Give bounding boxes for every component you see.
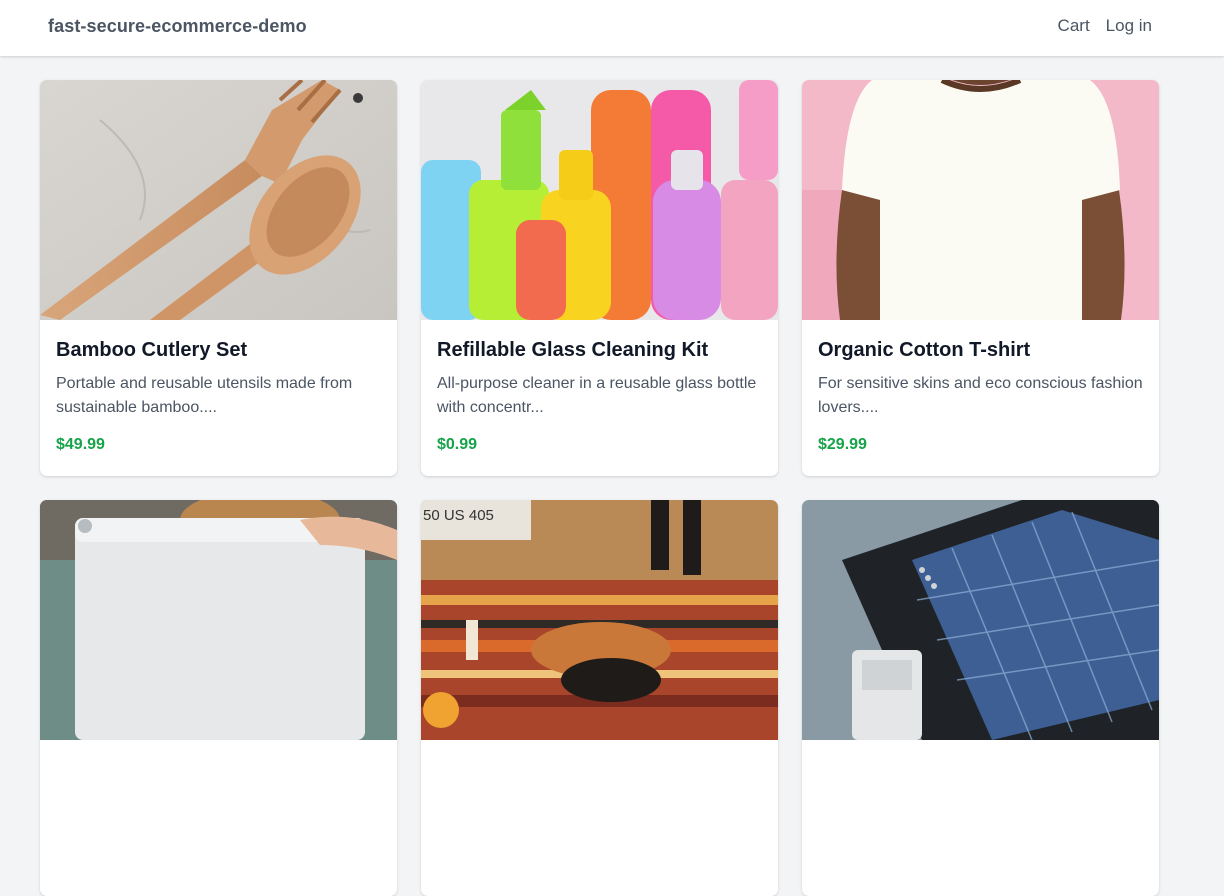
white-tshirt-photo bbox=[802, 80, 1159, 320]
product-image[interactable] bbox=[802, 80, 1159, 320]
silicone-food-bag-photo bbox=[40, 500, 397, 740]
top-navbar: fast-secure-ecommerce-demo Cart Log in bbox=[0, 0, 1224, 56]
product-card[interactable] bbox=[40, 500, 397, 896]
product-image[interactable] bbox=[421, 80, 778, 320]
bamboo-cutlery-photo bbox=[40, 80, 397, 320]
product-card[interactable]: Refillable Glass Cleaning Kit All-purpos… bbox=[421, 80, 778, 476]
product-description bbox=[818, 768, 1143, 816]
product-card[interactable]: 50 US 405 bbox=[421, 500, 778, 896]
login-link[interactable]: Log in bbox=[1106, 16, 1152, 36]
product-description bbox=[56, 768, 381, 816]
nav-links: Cart Log in bbox=[1058, 16, 1152, 36]
product-title[interactable]: Bamboo Cutlery Set bbox=[56, 338, 381, 362]
product-grid: Bamboo Cutlery Set Portable and reusable… bbox=[40, 80, 1159, 896]
cleaning-bottles-photo bbox=[421, 80, 778, 320]
product-card[interactable]: Bamboo Cutlery Set Portable and reusable… bbox=[40, 80, 397, 476]
license-plate-text: 50 US 405 bbox=[423, 507, 494, 524]
product-image[interactable] bbox=[40, 80, 397, 320]
product-card[interactable] bbox=[802, 500, 1159, 896]
product-title[interactable]: Organic Cotton T-shirt bbox=[818, 338, 1143, 362]
product-title[interactable]: Refillable Glass Cleaning Kit bbox=[437, 338, 762, 362]
product-description: Portable and reusable utensils made from… bbox=[56, 375, 353, 416]
product-image[interactable] bbox=[802, 500, 1159, 740]
product-description bbox=[437, 768, 762, 816]
product-card[interactable]: Organic Cotton T-shirt For sensitive ski… bbox=[802, 80, 1159, 476]
cart-link[interactable]: Cart bbox=[1058, 16, 1090, 36]
product-description: For sensitive skins and eco conscious fa… bbox=[818, 375, 1143, 416]
product-price: $49.99 bbox=[56, 436, 105, 453]
product-description: All-purpose cleaner in a reusable glass … bbox=[437, 375, 757, 416]
product-price: $29.99 bbox=[818, 436, 867, 453]
brand-link[interactable]: fast-secure-ecommerce-demo bbox=[48, 16, 307, 37]
product-price: $0.99 bbox=[437, 436, 478, 453]
product-image[interactable] bbox=[40, 500, 397, 740]
picnic-blanket-photo: 50 US 405 bbox=[421, 500, 778, 740]
product-image[interactable]: 50 US 405 bbox=[421, 500, 778, 740]
solar-power-bank-photo bbox=[802, 500, 1159, 740]
